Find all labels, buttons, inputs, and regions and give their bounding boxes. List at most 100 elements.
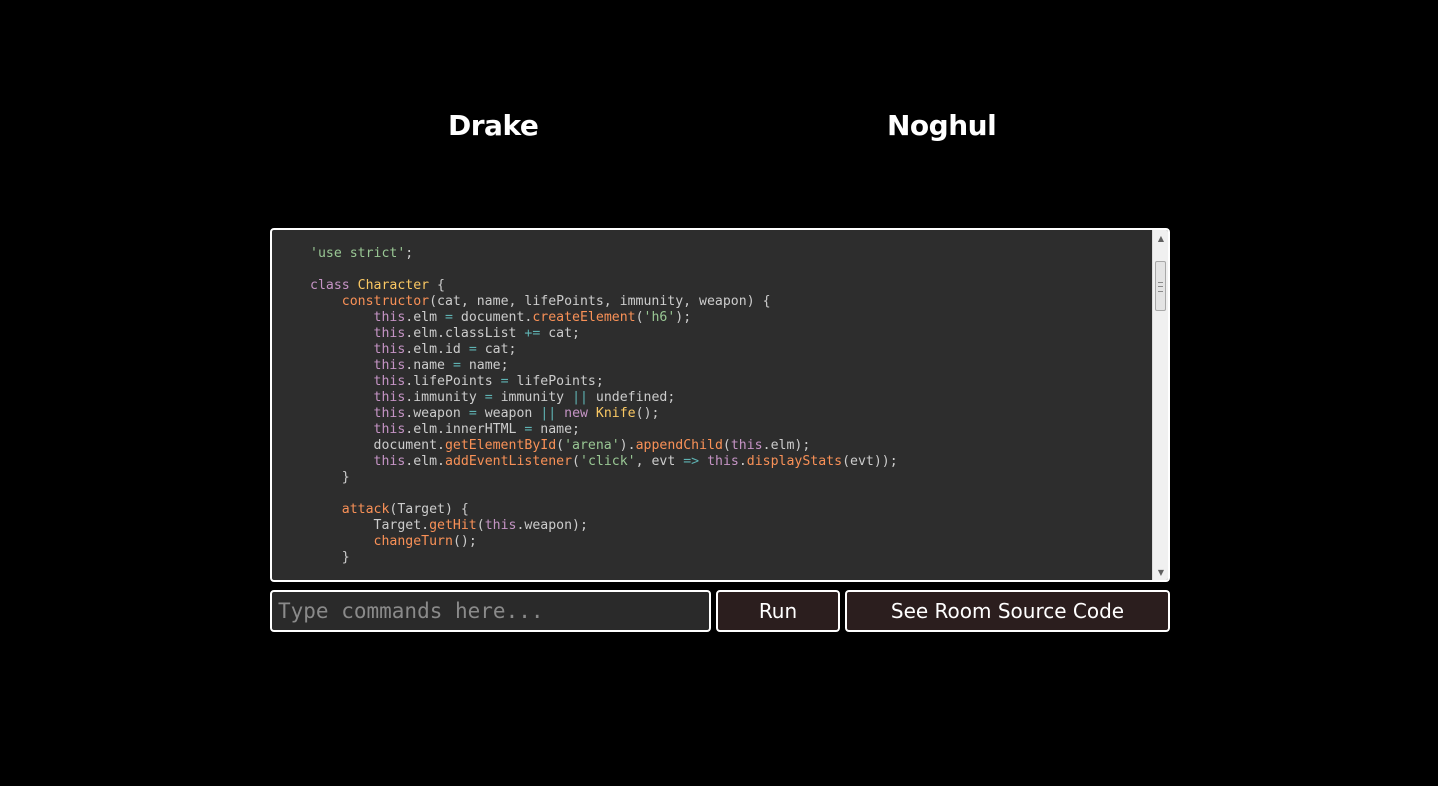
code-token: +=	[524, 326, 541, 341]
code-token: 'arena'	[564, 438, 620, 453]
code-token: this	[373, 310, 406, 325]
code-token: this	[373, 326, 406, 341]
code-token: cat;	[540, 326, 580, 341]
command-input[interactable]	[270, 590, 711, 632]
code-token: this	[484, 518, 517, 533]
code-token: ||	[572, 390, 588, 405]
code-token: =>	[683, 454, 700, 469]
code-token: constructor	[341, 294, 430, 309]
code-token: ();	[635, 406, 660, 421]
scrollbar-grip-icon	[1158, 282, 1163, 292]
code-token: .weapon);	[516, 518, 588, 533]
code-token: class	[310, 278, 358, 293]
scroll-up-arrow-icon[interactable]: ▲	[1153, 230, 1168, 246]
code-token: .elm.classList	[405, 326, 525, 341]
character-drake[interactable]: Drake	[448, 106, 539, 146]
code-token: getElementById	[444, 438, 557, 453]
code-line: changeTurn();	[310, 534, 1152, 550]
source-code-block: 'use strict'; class Character { construc…	[272, 230, 1152, 566]
code-token: addEventListener	[445, 454, 573, 469]
code-line: }	[310, 550, 1152, 566]
code-token: changeTurn	[373, 534, 453, 549]
code-token: =	[445, 310, 453, 325]
code-token: weapon	[476, 406, 541, 421]
code-token: =	[500, 374, 509, 389]
code-line: Target.getHit(this.weapon);	[310, 518, 1152, 534]
code-token: 'use strict'	[310, 246, 406, 261]
code-token: name;	[460, 358, 509, 373]
code-token: this	[373, 422, 406, 437]
code-token: displayStats	[746, 454, 843, 469]
code-line: this.name = name;	[310, 358, 1152, 374]
code-token: (Target) {	[389, 502, 469, 517]
arena: Drake Noghul	[0, 0, 1438, 200]
code-token: cat;	[476, 342, 517, 357]
code-line: this.immunity = immunity || undefined;	[310, 390, 1152, 406]
code-token: 'h6'	[643, 310, 676, 325]
code-token: undefined;	[587, 390, 676, 405]
code-token: );	[675, 310, 692, 325]
code-token: ();	[452, 534, 477, 549]
code-token: createElement	[532, 310, 636, 325]
code-token: , evt	[635, 454, 684, 469]
code-token: new	[564, 406, 596, 421]
scroll-down-arrow-icon[interactable]: ▼	[1153, 564, 1168, 580]
code-line: }	[310, 470, 1152, 486]
code-line: 'use strict';	[310, 246, 1152, 262]
code-token: Character	[357, 278, 430, 293]
code-token: (	[635, 310, 644, 325]
code-token: immunity	[492, 390, 573, 405]
code-token: (	[556, 438, 565, 453]
code-token: (evt));	[842, 454, 898, 469]
code-token: .elm.id	[405, 342, 469, 357]
code-token: (	[722, 438, 731, 453]
code-token: .elm.innerHTML	[405, 422, 525, 437]
code-token: }	[310, 550, 350, 565]
code-token: =	[468, 342, 477, 357]
code-line: class Character {	[310, 278, 1152, 294]
code-token: (	[476, 518, 485, 533]
code-token: attack	[341, 502, 390, 517]
code-line: this.elm.addEventListener('click', evt =…	[310, 454, 1152, 470]
code-token: this	[373, 406, 406, 421]
character-noghul[interactable]: Noghul	[887, 106, 997, 146]
code-token: ||	[540, 406, 557, 421]
code-token: =	[484, 390, 493, 405]
code-line: this.elm = document.createElement('h6');	[310, 310, 1152, 326]
code-line: this.elm.innerHTML = name;	[310, 422, 1152, 438]
see-room-source-code-button[interactable]: See Room Source Code	[845, 590, 1170, 632]
code-token: (	[572, 454, 580, 469]
code-token: =	[452, 358, 461, 373]
code-token: Target.	[310, 518, 430, 533]
code-token: .weapon	[405, 406, 469, 421]
code-line: constructor(cat, name, lifePoints, immun…	[310, 294, 1152, 310]
code-token: getHit	[429, 518, 477, 533]
code-token: ).	[619, 438, 636, 453]
code-token: this	[373, 374, 406, 389]
code-token: this	[373, 454, 406, 469]
code-line: attack(Target) {	[310, 502, 1152, 518]
code-token: .lifePoints	[405, 374, 501, 389]
vertical-scrollbar[interactable]: ▲ ▼	[1152, 230, 1168, 580]
source-code-panel: 'use strict'; class Character { construc…	[270, 228, 1170, 582]
code-line: this.lifePoints = lifePoints;	[310, 374, 1152, 390]
code-token: lifePoints;	[508, 374, 604, 389]
code-token: document.	[310, 438, 445, 453]
run-button[interactable]: Run	[716, 590, 840, 632]
scrollbar-thumb[interactable]	[1155, 261, 1166, 311]
code-token: .elm);	[762, 438, 811, 453]
code-line: this.elm.classList += cat;	[310, 326, 1152, 342]
